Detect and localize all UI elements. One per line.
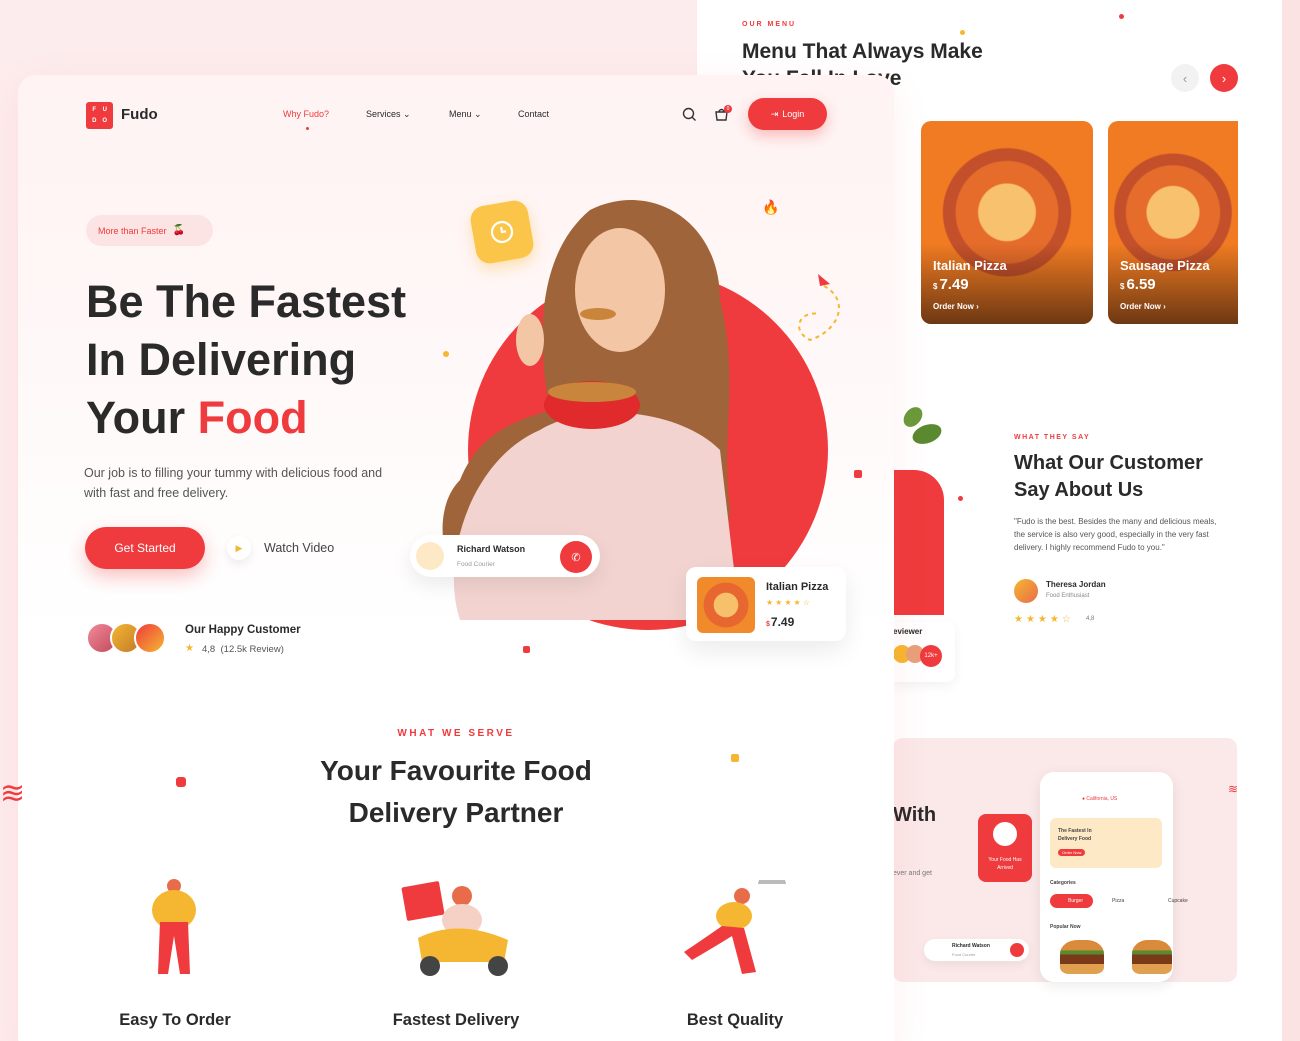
testimonial-eyebrow: WHAT THEY SAY [1014, 434, 1091, 441]
serve-title: Your Favourite Food Delivery Partner [320, 755, 592, 828]
fast-delivery-illustration [401, 881, 508, 976]
category-cupcake[interactable]: Cupcake [1168, 898, 1188, 904]
call-button[interactable]: ✆ [560, 541, 592, 573]
pizza-image [697, 577, 755, 633]
decoration-dot [854, 470, 862, 478]
decoration-dot [443, 351, 449, 357]
carousel-prev-button[interactable]: ‹ [1171, 64, 1199, 92]
call-icon[interactable] [1010, 943, 1024, 957]
testimonial-image [890, 470, 944, 615]
chevron-right-icon: › [1221, 70, 1227, 86]
hero-description: Our job is to filling your tummy with de… [84, 466, 383, 500]
menu-card-name: Italian Pizza [933, 258, 1007, 273]
popular-label: Popular Now [1050, 924, 1081, 930]
category-pizza[interactable]: Pizza [1112, 898, 1124, 904]
phone-mockup: ● California, US The Fastest In Delivery… [1040, 772, 1188, 982]
menu-card-name: Sausage Pizza [1120, 258, 1210, 273]
courier-mini-role: Food Courier [952, 952, 976, 957]
clock-icon [468, 198, 536, 266]
happy-customer-title: Our Happy Customer [185, 624, 301, 636]
burger-image [1132, 940, 1172, 974]
menu-card-italian-pizza[interactable]: Italian Pizza $7.49 Order Now › [921, 121, 1093, 324]
bag-icon [993, 822, 1017, 846]
background-strip [1282, 0, 1300, 1041]
promo-text: The Fastest In Delivery Food [1058, 828, 1092, 842]
logo-mark[interactable]: FUDO [86, 102, 113, 129]
nav-services[interactable]: Services ⌄ [366, 109, 411, 120]
featured-pizza-price: $7.49 [766, 615, 795, 629]
get-started-button[interactable]: Get Started [85, 527, 205, 569]
delivery-widget-text: Your Food Has Arrived [988, 857, 1022, 871]
nav-active-indicator [306, 127, 309, 130]
menu-card-price: $7.49 [933, 276, 969, 293]
testimonial-role: Food Enthusiast [1046, 593, 1090, 599]
testimonial-name: Theresa Jordan [1046, 580, 1106, 589]
happy-customer-rating: 4,8 (12.5k Review) [202, 644, 284, 655]
play-icon[interactable]: ▶ [227, 536, 251, 560]
paper-plane-icon [798, 274, 840, 342]
nav-why-fudo[interactable]: Why Fudo? [283, 109, 329, 119]
menu-card-price: $6.59 [1120, 276, 1156, 293]
menu-eyebrow: OUR MENU [742, 21, 797, 28]
courier-name: Richard Watson [457, 544, 526, 554]
decoration-dot [960, 30, 965, 35]
rating-stars: ★★★★☆ [766, 598, 812, 607]
testimonial-quote: "Fudo is the best. Besides the many and … [1014, 517, 1217, 552]
menu-card-sausage-pizza[interactable]: Sausage Pizza $6.59 Order Now › [1108, 121, 1238, 324]
brand-name[interactable]: Fudo [121, 106, 158, 123]
categories-label: Categories [1050, 880, 1076, 886]
login-icon: ⇥ [770, 108, 779, 119]
search-icon[interactable] [682, 107, 697, 127]
decoration-dot [523, 646, 530, 653]
nav-menu[interactable]: Menu ⌄ [449, 109, 482, 120]
promo-banner [1050, 818, 1162, 868]
rating-stars: ★★★★☆ [1014, 614, 1074, 625]
app-text-fragment: ever and get [893, 870, 932, 877]
order-now-link[interactable]: Order Now › [1120, 302, 1166, 311]
serve-eyebrow: WHAT WE SERVE [397, 728, 515, 739]
promo-order-button[interactable]: Order Now [1058, 849, 1086, 856]
cart-count-badge: 0 [724, 105, 732, 113]
hero-pill: More than Faster 🍒 [86, 215, 213, 246]
zigzag-decoration: ≋ [1228, 782, 1239, 796]
courier-avatar [416, 542, 444, 570]
watch-video-link[interactable]: Watch Video [264, 541, 334, 555]
decoration-dot [1119, 14, 1124, 19]
nav-contact[interactable]: Contact [518, 109, 549, 119]
avatar [1014, 579, 1038, 603]
carousel-next-button[interactable]: › [1210, 64, 1238, 92]
featured-pizza-name: Italian Pizza [766, 581, 829, 593]
avatar [134, 622, 166, 654]
reviewer-label: eviewer [893, 627, 923, 636]
cherry-icon: 🍒 [172, 225, 185, 236]
testimonial-title: What Our Customer Say About Us [1014, 452, 1203, 501]
feature-best-quality: Best Quality [686, 1011, 784, 1029]
category-burger[interactable]: Burger [1050, 894, 1094, 908]
order-now-link[interactable]: Order Now › [933, 302, 979, 311]
chevron-left-icon: ‹ [1182, 70, 1188, 86]
hero-title: Be The Fastest In Delivering Your Food [86, 276, 407, 443]
burger-image [1060, 940, 1104, 974]
location-label: ● California, US [1082, 796, 1118, 802]
courier-mini-name: Richard Watson [952, 943, 990, 949]
decoration-dot [958, 496, 963, 501]
best-quality-illustration [684, 880, 786, 974]
rating-value: 4,8 [1086, 616, 1095, 622]
feature-easy-to-order: Easy To Order [119, 1011, 231, 1029]
reviewer-count-badge: 12k+ [920, 645, 942, 667]
feature-fastest-delivery: Fastest Delivery [392, 1011, 520, 1029]
courier-role: Food Courier [457, 561, 495, 568]
phone-icon: ✆ [571, 551, 581, 564]
easy-order-illustration [152, 879, 196, 974]
fire-icon: 🔥 [762, 199, 780, 215]
star-icon: ★ [185, 643, 194, 654]
login-button[interactable]: ⇥ Login [748, 98, 827, 130]
